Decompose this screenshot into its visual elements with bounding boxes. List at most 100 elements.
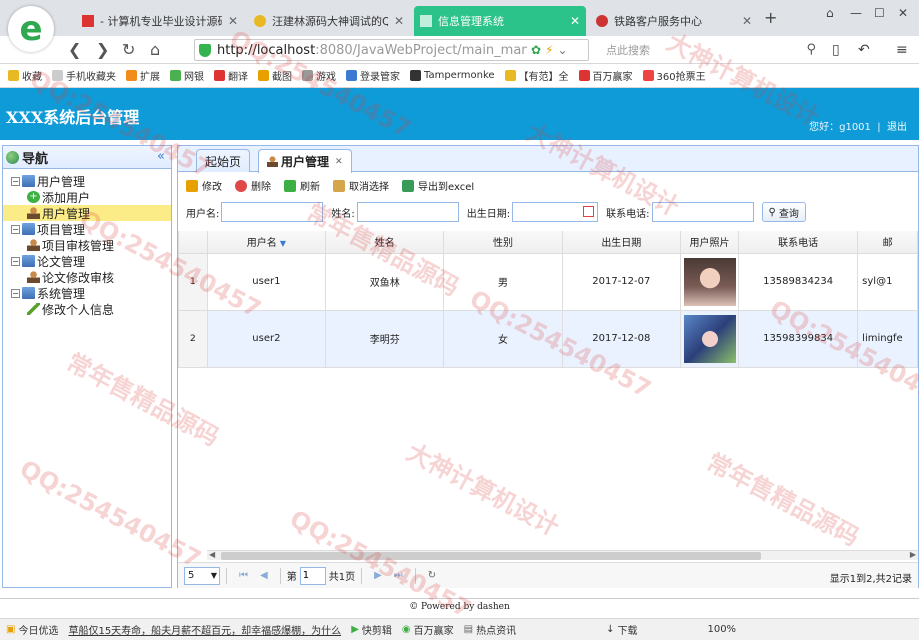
edit-button[interactable]: 修改 (186, 178, 222, 193)
status-item[interactable]: ▣ 今日优选 (6, 622, 58, 637)
prev-page-icon[interactable]: ◀ (260, 570, 268, 581)
first-page-icon[interactable]: ⏮ (239, 570, 248, 581)
shirt-icon[interactable]: ⌂ (826, 6, 834, 20)
bookmark-item[interactable]: 手机收藏夹 (52, 68, 116, 83)
username-input[interactable] (221, 202, 324, 222)
bookmark-item[interactable]: 【有范】全 (504, 68, 569, 83)
favicon-icon (596, 15, 608, 27)
last-page-icon[interactable]: ⏭ (394, 570, 403, 581)
content-tabs: 起始页 用户管理 ✕ (178, 146, 918, 173)
nav-tree-item[interactable]: + 添加用户 (3, 189, 171, 205)
delete-button[interactable]: 删除 (235, 178, 271, 193)
deselect-button[interactable]: 取消选择 (333, 178, 389, 193)
zoom-level[interactable]: 100% (707, 624, 736, 635)
nav-tree-item[interactable]: − 论文管理 (3, 253, 171, 269)
export-excel-button[interactable]: 导出到excel (402, 178, 474, 193)
refresh-button[interactable]: 刷新 (284, 178, 320, 193)
menu-icon[interactable]: ≡ (896, 42, 908, 58)
bookmark-item[interactable]: 登录管家 (346, 68, 400, 83)
logout-link[interactable]: 退出 (887, 122, 907, 133)
new-tab-button[interactable]: + (764, 8, 777, 27)
bookmark-item[interactable]: Tampermonke (410, 70, 495, 81)
birth-date-field[interactable] (512, 202, 606, 222)
browser-search-field[interactable]: 点此搜索 ⚲ (600, 39, 820, 61)
tab-close-icon[interactable]: ✕ (570, 14, 580, 28)
back-icon[interactable]: ❮ (68, 40, 81, 59)
browser-tab-2[interactable]: 汪建林源码大神调试的QQ ✕ (248, 6, 410, 36)
scrollbar-thumb[interactable] (221, 552, 761, 560)
home-icon[interactable]: ⌂ (150, 40, 160, 59)
scroll-left-icon[interactable]: ◀ (209, 550, 215, 559)
horizontal-scrollbar[interactable]: ◀ ▶ (207, 550, 918, 560)
search-icon[interactable]: ⚲ (806, 42, 816, 57)
page-size-select[interactable]: 5 ▼ (184, 566, 220, 585)
tab-close-icon[interactable]: ✕ (394, 14, 404, 28)
scroll-right-icon[interactable]: ▶ (910, 550, 916, 559)
column-header[interactable]: 邮 (857, 231, 918, 254)
browser-tab-3[interactable]: 信息管理系统 ✕ (414, 6, 586, 36)
bookmark-item[interactable]: 收藏 (8, 68, 42, 83)
column-header[interactable]: 性别 (443, 231, 563, 254)
nav-tree-item[interactable]: − 系统管理 (3, 285, 171, 301)
undo-icon[interactable]: ↶ (858, 42, 870, 58)
person-icon (27, 239, 40, 251)
browser-tab-1[interactable]: - 计算机专业毕业设计源码 ✕ (76, 6, 244, 36)
query-button[interactable]: ⚲ 查询 (761, 202, 806, 222)
collapse-icon[interactable]: « (157, 149, 165, 164)
bookmark-item[interactable]: 扩展 (126, 68, 160, 83)
folder-icon (22, 223, 35, 235)
tab-close-icon[interactable]: ✕ (742, 14, 752, 28)
bookmark-item[interactable]: 截图 (258, 68, 292, 83)
status-item[interactable]: ↓ 下载 (606, 622, 637, 637)
bookmark-item[interactable]: 翻译 (214, 68, 248, 83)
column-header[interactable]: 用户照片 (680, 231, 739, 254)
news-link[interactable]: 草船仅15天寿命，船夫月薪不超百元，却幸福感爆棚，为什么 (68, 622, 341, 637)
tab-close-icon[interactable]: ✕ (228, 14, 238, 28)
expand-toggle-icon[interactable]: − (11, 224, 20, 234)
bookmark-item[interactable]: 百万赢家 (578, 68, 633, 83)
nav-tree-item[interactable]: − 项目管理 (3, 221, 171, 237)
cell-username: user2 (206, 309, 327, 368)
bookmark-item[interactable]: 网银 (170, 68, 204, 83)
column-header[interactable]: 用户名 ▼ (206, 231, 327, 254)
nav-tree-item[interactable]: 用户管理 (3, 205, 171, 221)
row-number: 1 (178, 252, 208, 311)
status-item[interactable]: ▶ 快剪辑 (351, 622, 392, 637)
nav-tree-item[interactable]: 项目审核管理 (3, 237, 171, 253)
expand-toggle-icon[interactable]: − (11, 256, 20, 266)
page-number-input[interactable] (299, 566, 326, 585)
minimize-icon[interactable]: — (850, 6, 862, 20)
pencil-icon (186, 179, 198, 192)
reload-icon[interactable]: ↻ (122, 40, 135, 59)
table-row[interactable]: 2 user2 李明芬 女 2017-12-08 13598399834 lim… (178, 309, 918, 368)
next-page-icon[interactable]: ▶ (374, 570, 382, 581)
browser-tab-4[interactable]: 铁路客户服务中心 ✕ (590, 6, 758, 36)
url-field[interactable]: http://localhost:8080/JavaWebProject/mai… (194, 39, 589, 61)
forward-icon[interactable]: ❯ (96, 40, 109, 59)
status-item[interactable]: ◉ 百万赢家 (402, 622, 454, 637)
nav-tree-item[interactable]: − 用户管理 (3, 173, 171, 189)
phone-input[interactable] (651, 202, 754, 222)
dropdown-icon[interactable]: ⌄ (558, 43, 568, 57)
close-window-icon[interactable]: ✕ (898, 6, 908, 20)
column-header[interactable]: 联系电话 (737, 231, 859, 254)
tab-user-management[interactable]: 用户管理 ✕ (258, 149, 352, 173)
phone-icon[interactable]: ▯ (832, 42, 840, 58)
bookmark-item[interactable]: 游戏 (302, 68, 336, 83)
name-input[interactable] (356, 202, 459, 222)
table-row[interactable]: 1 user1 双鱼林 男 2017-12-07 13589834234 syl… (178, 252, 918, 311)
nav-tree-item[interactable]: 论文修改审核 (3, 269, 171, 285)
expand-toggle-icon[interactable]: − (11, 176, 20, 186)
column-header[interactable]: 出生日期 (561, 231, 682, 254)
bookmark-item[interactable]: 360抢票王 (642, 68, 706, 83)
calendar-icon[interactable] (583, 206, 595, 217)
pagination-bar: 5▼ ⏮ ◀ 第 共1页 ▶ ⏭ ↻ 显示1到2,共2记录 (178, 562, 918, 588)
tab-close-icon[interactable]: ✕ (335, 157, 343, 167)
maximize-icon[interactable]: ☐ (874, 6, 885, 20)
nav-tree-item[interactable]: 修改个人信息 (3, 301, 171, 317)
expand-toggle-icon[interactable]: − (11, 288, 20, 298)
tab-home[interactable]: 起始页 (196, 149, 251, 172)
status-item[interactable]: ▤ 热点资讯 (464, 622, 516, 637)
reload-icon[interactable]: ↻ (428, 570, 436, 581)
column-header[interactable]: 姓名 (325, 231, 445, 254)
